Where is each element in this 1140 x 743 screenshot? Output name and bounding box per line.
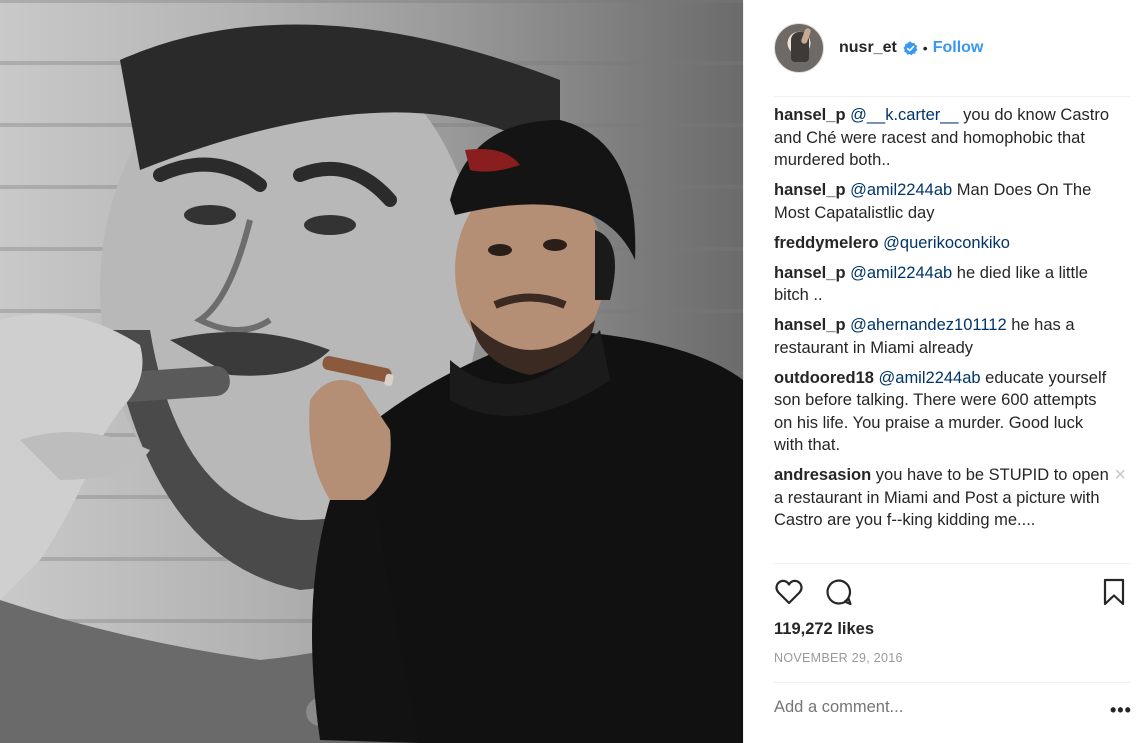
footer-divider — [774, 682, 1130, 683]
comment-mention[interactable]: @amil2244ab — [879, 369, 981, 387]
comment-username[interactable]: hansel_p — [774, 264, 846, 282]
header-separator: • — [922, 40, 928, 56]
comment-item: hansel_p @amil2244ab Man Does On The Mos… — [774, 179, 1114, 224]
post-side-panel: nusr_et • Follow hansel_p @__k.carter__ … — [743, 0, 1140, 743]
author-username[interactable]: nusr_et — [839, 39, 897, 57]
comments-list: hansel_p @__k.carter__ you do know Castr… — [774, 104, 1126, 539]
comment-input[interactable] — [774, 698, 1074, 717]
comment-username[interactable]: freddymelero — [774, 234, 879, 252]
header-divider — [774, 96, 1130, 97]
follow-button[interactable]: Follow — [933, 39, 984, 57]
like-count[interactable]: 119,272 likes — [774, 620, 874, 639]
post-photo[interactable] — [0, 0, 743, 743]
verified-badge-icon — [903, 40, 918, 55]
comment-username[interactable]: hansel_p — [774, 181, 846, 199]
avatar[interactable] — [774, 23, 824, 73]
bookmark-icon[interactable] — [1102, 577, 1126, 607]
close-icon[interactable]: × — [1114, 465, 1126, 485]
comment-mention[interactable]: @amil2244ab — [850, 264, 952, 282]
comment-mention[interactable]: @ahernandez101112 — [850, 316, 1007, 334]
comment-username[interactable]: hansel_p — [774, 316, 846, 334]
comment-mention[interactable]: @querikoconkiko — [883, 234, 1010, 252]
action-bar — [774, 577, 1125, 611]
instagram-post: nusr_et • Follow hansel_p @__k.carter__ … — [0, 0, 1140, 743]
comment-username[interactable]: hansel_p — [774, 106, 846, 124]
comment-username[interactable]: andresasion — [774, 466, 871, 484]
post-date[interactable]: NOVEMBER 29, 2016 — [774, 651, 903, 665]
comment-mention[interactable]: @__k.carter__ — [850, 106, 958, 124]
post-header: nusr_et • Follow — [744, 0, 1140, 96]
post-photo-illustration — [0, 24, 743, 743]
comment-mention[interactable]: @amil2244ab — [850, 181, 952, 199]
comment-item: hansel_p @amil2244ab he died like a litt… — [774, 262, 1114, 307]
comment-bubble-icon[interactable] — [824, 577, 854, 607]
comment-item: hansel_p @ahernandez101112 he has a rest… — [774, 314, 1114, 359]
comment-username[interactable]: outdoored18 — [774, 369, 874, 387]
heart-icon[interactable] — [774, 577, 804, 607]
comment-item: outdoored18 @amil2244ab educate yourself… — [774, 367, 1114, 457]
comment-item: freddymelero @querikoconkiko — [774, 232, 1114, 255]
comment-item: andresasion you have to be STUPID to ope… — [774, 464, 1126, 532]
comment-item: hansel_p @__k.carter__ you do know Castr… — [774, 104, 1114, 172]
comments-divider — [774, 563, 1130, 564]
more-options-icon[interactable]: ••• — [1110, 700, 1132, 721]
